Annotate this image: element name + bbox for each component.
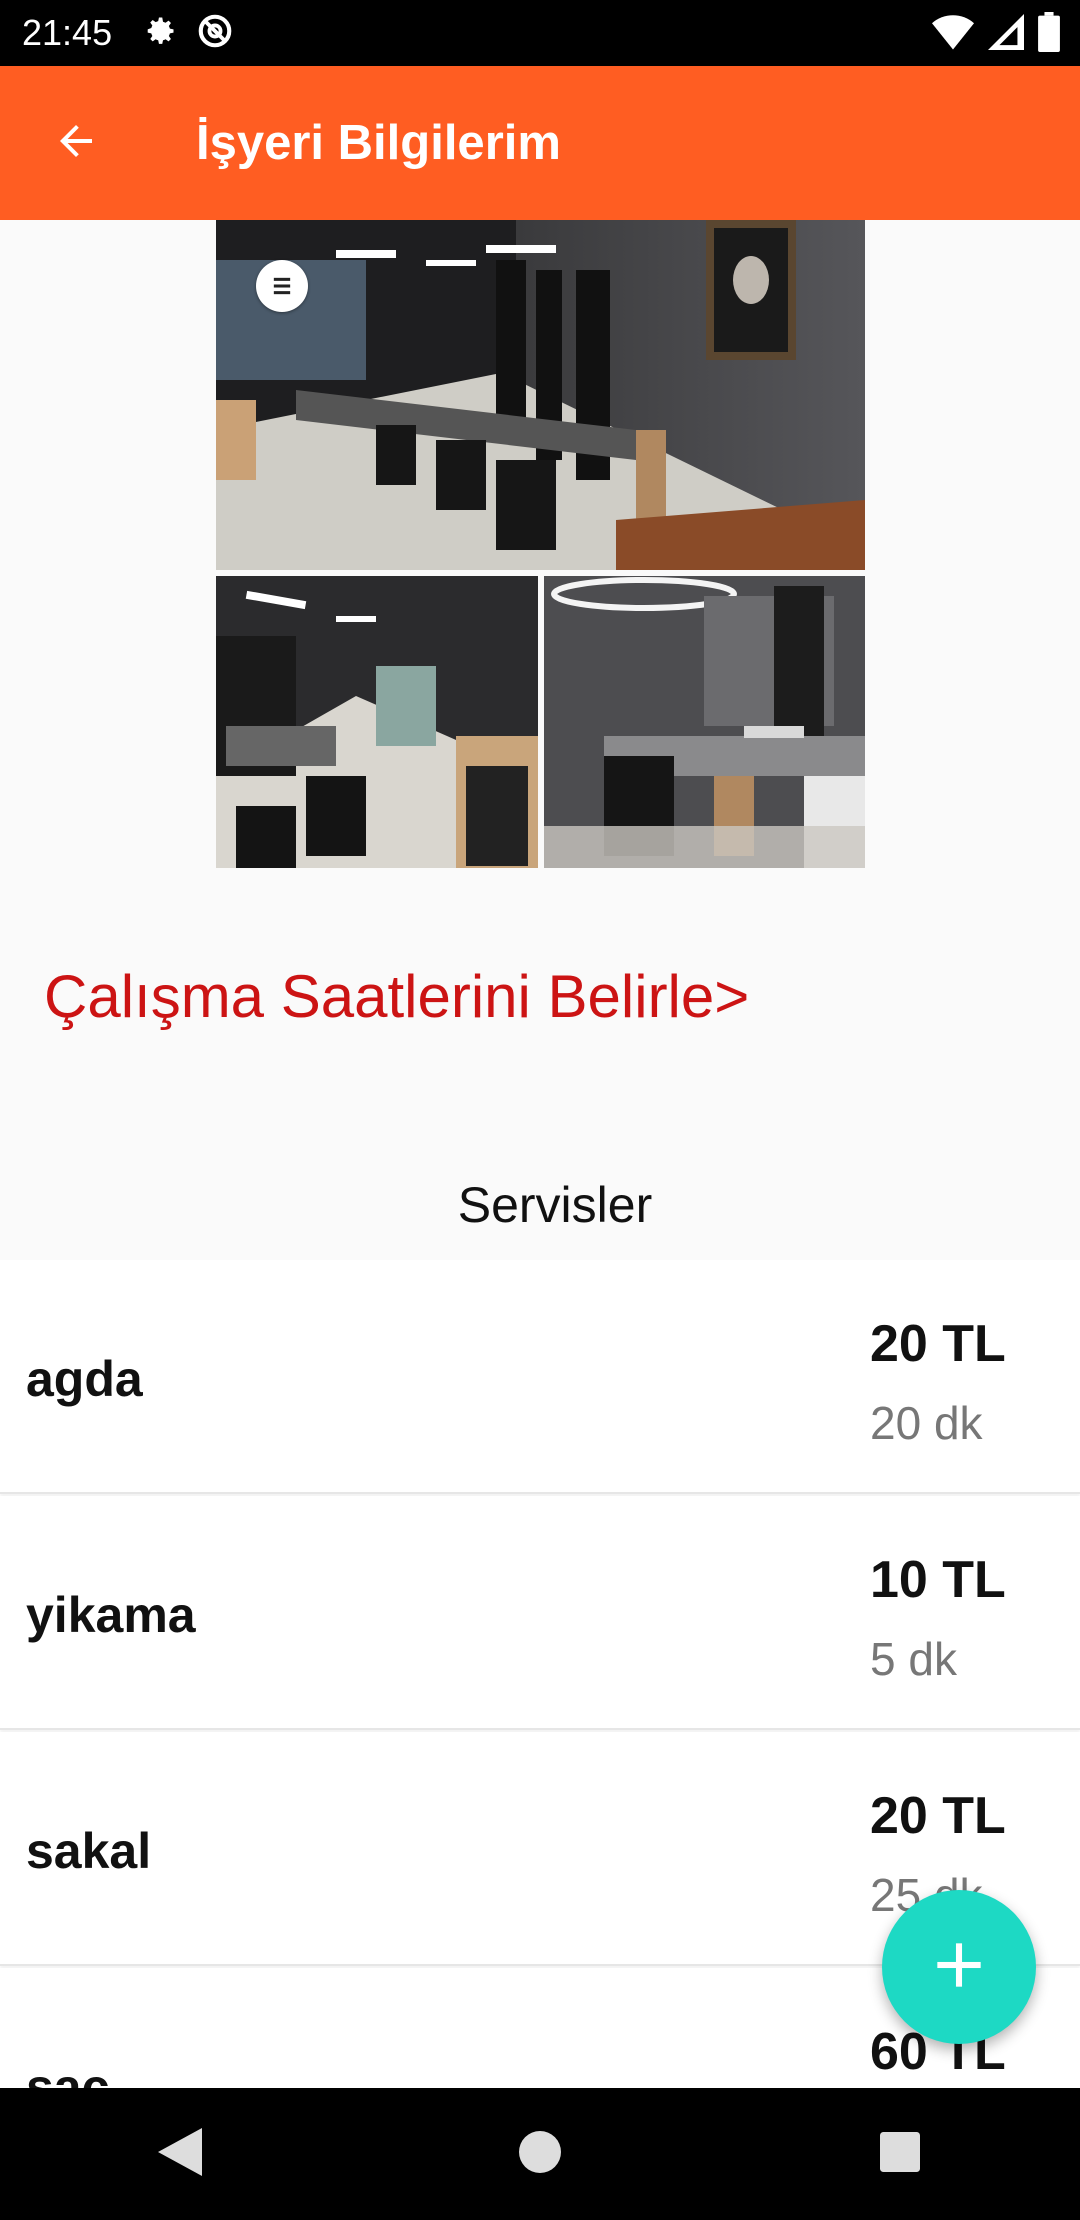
nav-back-button[interactable] [120,2104,240,2204]
service-name: yikama [26,1587,196,1643]
salon-photo-main[interactable] [216,220,865,570]
working-hours-link[interactable]: Çalışma Saatlerini Belirle> [44,962,749,1031]
service-row[interactable]: agda 20 TL 20 dk [0,1260,1080,1494]
service-name: saç [26,2059,110,2088]
at-sign-icon [196,12,234,55]
nav-recents-button[interactable] [840,2104,960,2204]
app-bar: İşyeri Bilgilerim [0,66,1080,220]
system-nav-bar [0,2088,1080,2220]
page-title: İşyeri Bilgilerim [196,116,561,170]
add-service-button[interactable] [882,1890,1036,2044]
service-price: 10 TL [870,1551,1006,1609]
plus-icon [933,1939,985,1996]
nav-home-button[interactable] [480,2104,600,2204]
battery-icon [1038,12,1060,57]
recents-square-icon [880,2131,920,2177]
service-name: sakal [26,1823,152,1879]
service-duration: 5 dk [870,1633,957,1685]
salon-photo-right[interactable] [544,576,865,868]
status-bar: 21:45 [0,0,1080,66]
list-icon[interactable] [256,260,308,312]
services-heading: Servisler [457,1177,653,1233]
wifi-icon [932,12,974,57]
service-price: 20 TL [870,1315,1006,1373]
gear-icon [142,13,178,54]
service-duration: 20 dk [870,1397,983,1449]
home-circle-icon [519,2130,561,2178]
back-button[interactable] [36,103,116,183]
service-row[interactable]: yikama 10 TL 5 dk [0,1496,1080,1730]
signal-icon [988,13,1024,56]
salon-photo-left[interactable] [216,576,538,868]
arrow-left-icon [52,117,100,170]
salon-gallery [216,220,865,868]
service-name: agda [26,1351,143,1407]
service-price: 20 TL [870,1787,1006,1845]
status-time: 21:45 [22,12,113,53]
back-triangle-icon [158,2127,202,2181]
